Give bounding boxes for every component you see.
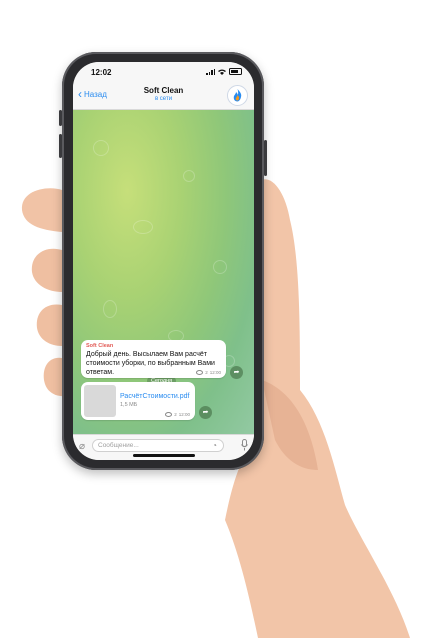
message-time: 12:00	[209, 370, 221, 375]
power-button	[264, 140, 267, 176]
wallpaper-doodle	[213, 260, 227, 274]
signal-icon	[206, 68, 215, 75]
paperclip-icon[interactable]: ⌀	[79, 441, 85, 452]
share-icon[interactable]: ➦	[230, 366, 243, 379]
status-bar: 12:02	[73, 62, 254, 82]
message-views: 2	[205, 370, 208, 375]
file-views: 2	[174, 412, 177, 417]
wallpaper-doodle	[93, 140, 109, 156]
share-icon[interactable]: ➦	[199, 406, 212, 419]
file-time: 12:00	[178, 412, 190, 417]
wallpaper-doodle	[183, 170, 195, 182]
sticker-icon[interactable]: ◔	[212, 441, 217, 450]
message-input[interactable]: Сообщение...	[92, 439, 224, 452]
file-message[interactable]: РасчётСтоимости.pdf 1,5 МБ 2 12:00	[81, 382, 195, 420]
message-sender: Soft Clean	[86, 343, 114, 349]
home-indicator[interactable]	[133, 454, 195, 457]
file-thumbnail[interactable]	[84, 385, 116, 417]
file-name[interactable]: РасчётСтоимости.pdf	[120, 393, 189, 400]
status-time: 12:02	[91, 68, 112, 77]
file-meta: 2 12:00	[165, 412, 190, 417]
wallpaper-doodle	[133, 220, 153, 234]
wallpaper-doodle	[103, 300, 117, 318]
microphone-icon[interactable]	[241, 439, 248, 451]
battery-icon	[229, 68, 242, 75]
volume-button	[59, 110, 62, 126]
file-size: 1,5 МБ	[120, 402, 138, 408]
wifi-icon	[218, 69, 226, 75]
volume-button	[59, 134, 62, 158]
phone-screen: 12:02 ‹ Назад Soft Clean в сети Сегодня …	[73, 62, 254, 460]
message-bubble[interactable]: Soft Clean Добрый день. Высылаем Вам рас…	[81, 340, 226, 378]
flame-icon	[233, 89, 242, 102]
views-icon	[165, 412, 173, 417]
avatar[interactable]	[227, 85, 248, 106]
chat-header: ‹ Назад Soft Clean в сети	[73, 82, 254, 110]
status-icons	[206, 68, 242, 75]
views-icon	[196, 370, 204, 375]
message-meta: 2 12:00	[196, 370, 221, 375]
